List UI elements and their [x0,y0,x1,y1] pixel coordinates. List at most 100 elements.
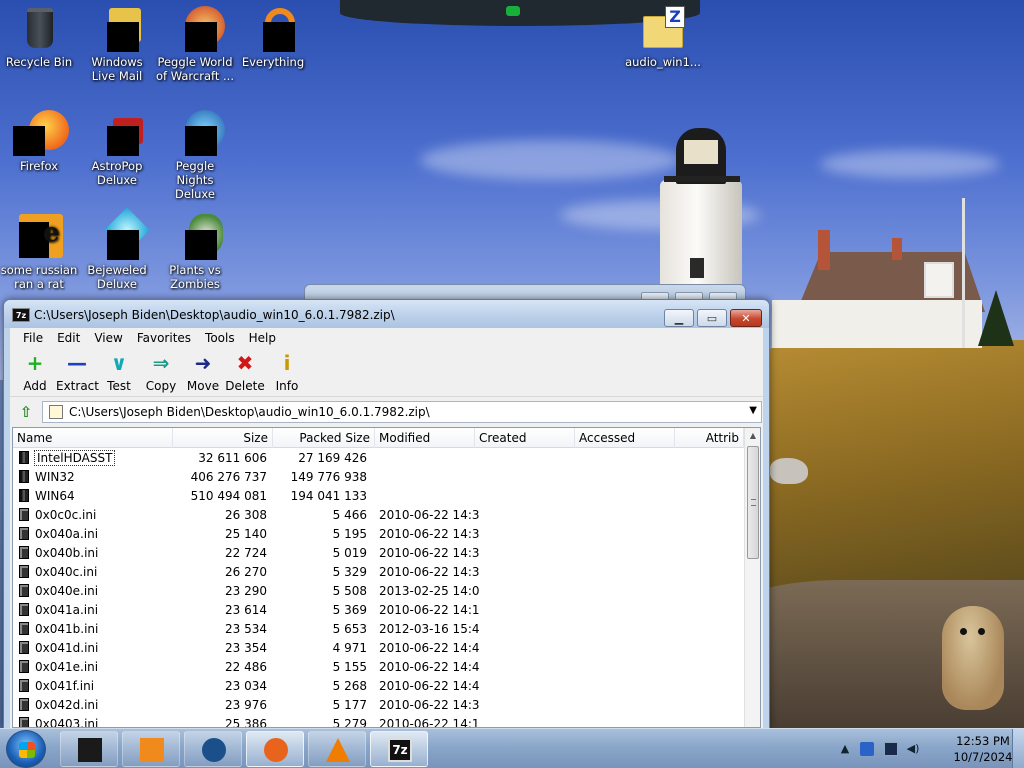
column-header-accessed[interactable]: Accessed [575,428,675,448]
folder-up-button[interactable]: ⇧ [16,403,36,421]
vlc-icon [326,738,350,762]
menu-favorites[interactable]: Favorites [130,331,198,345]
cell-modified: 2013-02-25 14:08 [379,584,479,598]
windows-live-mail-icon [93,4,141,52]
desktop-icon-recycle-bin[interactable]: Recycle Bin [0,4,78,69]
peggle-wow-icon [171,4,225,52]
table-row[interactable]: 0x041d.ini 23 354 4 971 2010-06-22 14:47 [13,639,744,658]
copy-button[interactable]: ⇒ Copy [140,351,182,395]
file-icon [19,717,29,727]
delete-button[interactable]: ✖ Delete [224,351,266,395]
speaker-icon[interactable]: ◀) [906,742,920,756]
menu-help[interactable]: Help [242,331,283,345]
desktop-icon-peggle-wow[interactable]: Peggle World of Warcraft ... [156,4,234,83]
start-button[interactable] [6,730,46,768]
menu-edit[interactable]: Edit [50,331,87,345]
column-header-modified[interactable]: Modified [375,428,475,448]
file-list[interactable]: Name Size Packed Size Modified Created A… [12,427,761,728]
taskbar-app-firefox[interactable] [246,731,304,767]
desktop-icon-russian-rat[interactable]: e some russian ran a rat [0,212,78,291]
column-header-created[interactable]: Created [475,428,575,448]
column-header-name[interactable]: Name [13,428,173,448]
cell-size: 406 276 737 [190,470,267,484]
table-row[interactable]: 0x0403.ini 25 386 5 279 2010-06-22 14:16 [13,715,744,727]
table-row[interactable]: 0x041f.ini 23 034 5 268 2010-06-22 14:48 [13,677,744,696]
desktop-icon-windows-live-mail[interactable]: Windows Live Mail [78,4,156,83]
table-row[interactable]: 0x040c.ini 26 270 5 329 2010-06-22 14:35 [13,563,744,582]
taskbar-app-explorer[interactable] [60,731,118,767]
lighthouse-glass [684,140,718,164]
table-row[interactable]: 0x0c0c.ini 26 308 5 466 2010-06-22 14:33 [13,506,744,525]
minimize-button[interactable]: ▁ [664,309,694,327]
column-header-packed-size[interactable]: Packed Size [273,428,375,448]
show-desktop-button[interactable] [1012,729,1024,768]
monitor-icon[interactable] [884,742,898,756]
clock-time: 12:53 PM [956,734,1010,748]
cell-modified: 2010-06-22 14:35 [379,565,479,579]
desktop-icon-peggle-nights[interactable]: Peggle Nights Deluxe [156,108,234,201]
table-row[interactable]: 0x041e.ini 22 486 5 155 2010-06-22 14:48 [13,658,744,677]
network-icon[interactable] [860,742,874,756]
add-button[interactable]: + Add [14,351,56,395]
cell-modified: 2010-06-22 14:32 [379,698,479,712]
desktop-icon-astropop[interactable]: AstroPop Deluxe [78,108,156,187]
table-row[interactable]: 0x041a.ini 23 614 5 369 2010-06-22 14:18 [13,601,744,620]
desktop-icon-audio-zip[interactable]: Z audio_win1... [624,4,702,69]
maximize-button[interactable]: ▭ [697,309,727,327]
dropdown-arrow-icon[interactable]: ▼ [749,405,757,416]
table-row[interactable]: WIN64 510 494 081 194 041 133 [13,487,744,506]
table-row[interactable]: 0x040b.ini 22 724 5 019 2010-06-22 14:34 [13,544,744,563]
path-combobox[interactable]: C:\Users\Joseph Biden\Desktop\audio_win1… [42,401,762,423]
cell-modified: 2010-06-22 14:18 [379,603,479,617]
table-row[interactable]: 0x042d.ini 23 976 5 177 2010-06-22 14:32 [13,696,744,715]
recycle-bin-icon [15,4,63,52]
file-icon [19,641,29,654]
scroll-grip-icon [751,499,756,506]
table-row[interactable]: 0x041b.ini 23 534 5 653 2012-03-16 15:45 [13,620,744,639]
table-row[interactable]: 0x040a.ini 25 140 5 195 2010-06-22 14:31 [13,525,744,544]
gadget-icon[interactable] [506,6,520,16]
file-name: IntelHDASST [33,450,116,466]
window-titlebar[interactable]: 7z C:\Users\Joseph Biden\Desktop\audio_w… [4,300,769,328]
menu-view[interactable]: View [87,331,129,345]
system-clock[interactable]: 12:53 PM 10/7/2024 [952,733,1014,765]
show-hidden-icons-icon[interactable]: ▲ [838,742,852,756]
cell-name: WIN64 [19,487,179,506]
table-row[interactable]: WIN32 406 276 737 149 776 938 [13,468,744,487]
taskbar: 7z ▲ ◀) 12:53 PM 10/7/2024 [0,728,1024,768]
taskbar-app-media-player[interactable] [122,731,180,767]
desktop-icon-firefox[interactable]: Firefox [0,108,78,173]
taskbar-app-7zip[interactable]: 7z [370,731,428,767]
test-button[interactable]: ∨ Test [98,351,140,395]
extract-button[interactable]: — Extract [56,351,99,395]
info-button[interactable]: i Info [266,351,308,395]
column-header-attrib[interactable]: Attrib [675,428,744,448]
scroll-up-arrow-icon[interactable]: ▲ [745,428,760,444]
firefox-icon [264,738,288,762]
cell-size: 23 034 [225,679,267,693]
chimney [892,238,902,260]
cell-name: 0x040c.ini [19,563,179,582]
desktop-icon-label: Firefox [19,159,59,173]
taskbar-app-vlc[interactable] [308,731,366,767]
desktop-icon-plants-vs-zombies[interactable]: Plants vs Zombies [156,212,234,291]
menu-tools[interactable]: Tools [198,331,242,345]
vertical-scrollbar[interactable]: ▲ [744,428,760,727]
file-name: 0x040a.ini [35,527,99,541]
window-client-area: File Edit View Favorites Tools Help + Add… [10,328,763,728]
taskbar-app-globe[interactable] [184,731,242,767]
file-icon [19,565,29,578]
table-row[interactable]: IntelHDASST 32 611 606 27 169 426 [13,449,744,468]
close-button[interactable]: ✕ [730,309,762,327]
gopher-eye [978,628,985,635]
move-button[interactable]: ➜ Move [182,351,224,395]
scroll-thumb[interactable] [747,446,759,559]
desktop-icon-everything[interactable]: Everything [234,4,312,69]
column-header-size[interactable]: Size [173,428,273,448]
menu-file[interactable]: File [16,331,50,345]
7zip-app-icon[interactable]: 7z [12,308,30,322]
desktop-icon-bejeweled[interactable]: Bejeweled Deluxe [78,207,156,291]
table-row[interactable]: 0x040e.ini 23 290 5 508 2013-02-25 14:08 [13,582,744,601]
system-tray: ▲ ◀) 12:53 PM 10/7/2024 [834,729,1024,768]
cell-packed-size: 194 041 133 [290,489,367,503]
